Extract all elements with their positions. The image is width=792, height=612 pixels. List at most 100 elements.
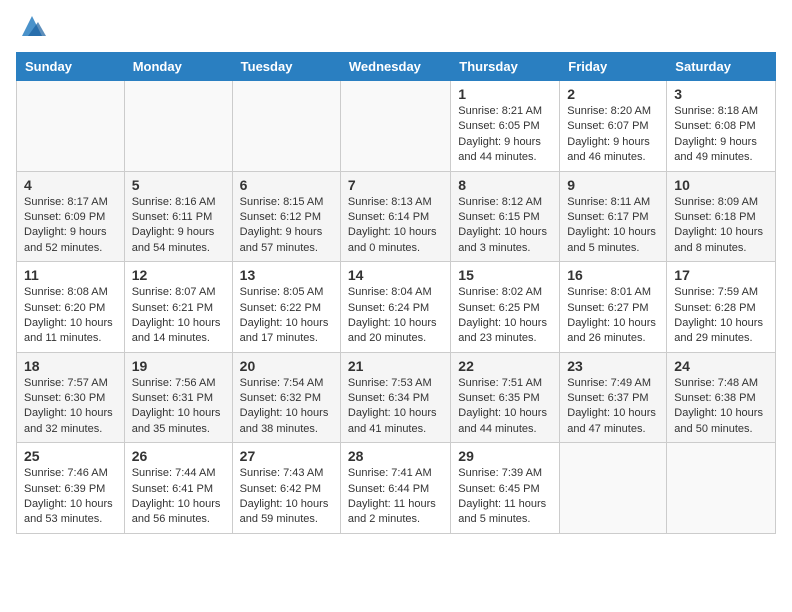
day-info: Sunrise: 8:21 AM Sunset: 6:05 PM Dayligh… (458, 104, 552, 166)
calendar-cell: 4 Sunrise: 8:17 AM Sunset: 6:09 PM Daylig… (17, 171, 125, 262)
day-number: 15 (458, 267, 552, 283)
calendar-cell: 27 Sunrise: 7:43 AM Sunset: 6:42 PM Dayli… (232, 443, 340, 534)
calendar-week-row: 25 Sunrise: 7:46 AM Sunset: 6:39 PM Dayli… (17, 443, 776, 534)
calendar-cell (17, 81, 125, 172)
day-number: 16 (567, 267, 659, 283)
day-number: 7 (348, 177, 443, 193)
day-info: Sunrise: 7:53 AM Sunset: 6:34 PM Dayligh… (348, 376, 443, 438)
day-number: 2 (567, 86, 659, 102)
calendar-cell: 16 Sunrise: 8:01 AM Sunset: 6:27 PM Dayli… (560, 262, 667, 353)
calendar-cell: 24 Sunrise: 7:48 AM Sunset: 6:38 PM Dayli… (667, 352, 776, 443)
column-header-thursday: Thursday (451, 53, 560, 81)
day-info: Sunrise: 8:02 AM Sunset: 6:25 PM Dayligh… (458, 285, 552, 347)
calendar-cell: 18 Sunrise: 7:57 AM Sunset: 6:30 PM Dayli… (17, 352, 125, 443)
day-info: Sunrise: 7:39 AM Sunset: 6:45 PM Dayligh… (458, 466, 552, 528)
calendar-cell: 19Sunrise: 7:56 AM Sunset: 6:31 PM Dayli… (124, 352, 232, 443)
calendar-cell: 23Sunrise: 7:49 AM Sunset: 6:37 PM Dayli… (560, 352, 667, 443)
calendar-cell: 17Sunrise: 7:59 AM Sunset: 6:28 PM Dayli… (667, 262, 776, 353)
day-number: 18 (24, 358, 117, 374)
day-number: 25 (24, 448, 117, 464)
calendar-cell: 6 Sunrise: 8:15 AM Sunset: 6:12 PM Daylig… (232, 171, 340, 262)
column-header-saturday: Saturday (667, 53, 776, 81)
day-number: 13 (240, 267, 333, 283)
calendar-cell: 7Sunrise: 8:13 AM Sunset: 6:14 PM Daylig… (340, 171, 450, 262)
day-info: Sunrise: 8:08 AM Sunset: 6:20 PM Dayligh… (24, 285, 117, 347)
calendar-cell: 10 Sunrise: 8:09 AM Sunset: 6:18 PM Dayli… (667, 171, 776, 262)
day-info: Sunrise: 7:41 AM Sunset: 6:44 PM Dayligh… (348, 466, 443, 528)
column-header-friday: Friday (560, 53, 667, 81)
day-number: 29 (458, 448, 552, 464)
calendar-cell: 3Sunrise: 8:18 AM Sunset: 6:08 PM Daylig… (667, 81, 776, 172)
day-info: Sunrise: 8:11 AM Sunset: 6:17 PM Dayligh… (567, 195, 659, 257)
day-number: 1 (458, 86, 552, 102)
day-number: 5 (132, 177, 225, 193)
day-info: Sunrise: 7:46 AM Sunset: 6:39 PM Dayligh… (24, 466, 117, 528)
calendar-week-row: 18 Sunrise: 7:57 AM Sunset: 6:30 PM Dayli… (17, 352, 776, 443)
day-info: Sunrise: 7:51 AM Sunset: 6:35 PM Dayligh… (458, 376, 552, 438)
calendar-cell: 21 Sunrise: 7:53 AM Sunset: 6:34 PM Dayli… (340, 352, 450, 443)
page-header (16, 16, 776, 40)
calendar-table: SundayMondayTuesdayWednesdayThursdayFrid… (16, 52, 776, 534)
day-info: Sunrise: 7:44 AM Sunset: 6:41 PM Dayligh… (132, 466, 225, 528)
day-number: 22 (458, 358, 552, 374)
day-number: 11 (24, 267, 117, 283)
day-info: Sunrise: 8:17 AM Sunset: 6:09 PM Dayligh… (24, 195, 117, 257)
day-info: Sunrise: 8:09 AM Sunset: 6:18 PM Dayligh… (674, 195, 768, 257)
calendar-cell: 22 Sunrise: 7:51 AM Sunset: 6:35 PM Dayli… (451, 352, 560, 443)
day-info: Sunrise: 8:05 AM Sunset: 6:22 PM Dayligh… (240, 285, 333, 347)
day-number: 26 (132, 448, 225, 464)
day-info: Sunrise: 7:48 AM Sunset: 6:38 PM Dayligh… (674, 376, 768, 438)
day-number: 12 (132, 267, 225, 283)
calendar-cell: 25 Sunrise: 7:46 AM Sunset: 6:39 PM Dayli… (17, 443, 125, 534)
calendar-cell (560, 443, 667, 534)
day-number: 27 (240, 448, 333, 464)
day-info: Sunrise: 8:16 AM Sunset: 6:11 PM Dayligh… (132, 195, 225, 257)
day-number: 4 (24, 177, 117, 193)
calendar-cell: 29 Sunrise: 7:39 AM Sunset: 6:45 PM Dayli… (451, 443, 560, 534)
day-number: 19 (132, 358, 225, 374)
calendar-cell: 26 Sunrise: 7:44 AM Sunset: 6:41 PM Dayli… (124, 443, 232, 534)
calendar-week-row: 11 Sunrise: 8:08 AM Sunset: 6:20 PM Dayli… (17, 262, 776, 353)
logo-icon (18, 12, 46, 40)
day-info: Sunrise: 8:15 AM Sunset: 6:12 PM Dayligh… (240, 195, 333, 257)
day-info: Sunrise: 7:57 AM Sunset: 6:30 PM Dayligh… (24, 376, 117, 438)
day-info: Sunrise: 7:49 AM Sunset: 6:37 PM Dayligh… (567, 376, 659, 438)
calendar-cell: 20 Sunrise: 7:54 AM Sunset: 6:32 PM Dayli… (232, 352, 340, 443)
calendar-cell (232, 81, 340, 172)
calendar-cell: 5 Sunrise: 8:16 AM Sunset: 6:11 PM Daylig… (124, 171, 232, 262)
day-number: 21 (348, 358, 443, 374)
logo (16, 16, 46, 40)
day-info: Sunrise: 8:20 AM Sunset: 6:07 PM Dayligh… (567, 104, 659, 166)
day-info: Sunrise: 7:43 AM Sunset: 6:42 PM Dayligh… (240, 466, 333, 528)
day-number: 10 (674, 177, 768, 193)
day-number: 28 (348, 448, 443, 464)
calendar-cell: 13 Sunrise: 8:05 AM Sunset: 6:22 PM Dayli… (232, 262, 340, 353)
day-info: Sunrise: 8:01 AM Sunset: 6:27 PM Dayligh… (567, 285, 659, 347)
column-header-sunday: Sunday (17, 53, 125, 81)
calendar-header-row: SundayMondayTuesdayWednesdayThursdayFrid… (17, 53, 776, 81)
calendar-cell: 14Sunrise: 8:04 AM Sunset: 6:24 PM Dayli… (340, 262, 450, 353)
calendar-cell (667, 443, 776, 534)
day-number: 3 (674, 86, 768, 102)
calendar-cell: 28 Sunrise: 7:41 AM Sunset: 6:44 PM Dayli… (340, 443, 450, 534)
day-info: Sunrise: 8:12 AM Sunset: 6:15 PM Dayligh… (458, 195, 552, 257)
day-number: 17 (674, 267, 768, 283)
column-header-tuesday: Tuesday (232, 53, 340, 81)
calendar-cell: 1 Sunrise: 8:21 AM Sunset: 6:05 PM Daylig… (451, 81, 560, 172)
day-number: 6 (240, 177, 333, 193)
day-info: Sunrise: 7:54 AM Sunset: 6:32 PM Dayligh… (240, 376, 333, 438)
calendar-cell: 2 Sunrise: 8:20 AM Sunset: 6:07 PM Daylig… (560, 81, 667, 172)
column-header-monday: Monday (124, 53, 232, 81)
calendar-cell: 8 Sunrise: 8:12 AM Sunset: 6:15 PM Daylig… (451, 171, 560, 262)
day-info: Sunrise: 8:04 AM Sunset: 6:24 PM Dayligh… (348, 285, 443, 347)
calendar-week-row: 4 Sunrise: 8:17 AM Sunset: 6:09 PM Daylig… (17, 171, 776, 262)
day-number: 9 (567, 177, 659, 193)
day-number: 8 (458, 177, 552, 193)
day-number: 20 (240, 358, 333, 374)
calendar-cell (340, 81, 450, 172)
calendar-cell: 12 Sunrise: 8:07 AM Sunset: 6:21 PM Dayli… (124, 262, 232, 353)
calendar-cell: 9 Sunrise: 8:11 AM Sunset: 6:17 PM Daylig… (560, 171, 667, 262)
calendar-cell: 11 Sunrise: 8:08 AM Sunset: 6:20 PM Dayli… (17, 262, 125, 353)
day-number: 24 (674, 358, 768, 374)
day-info: Sunrise: 8:07 AM Sunset: 6:21 PM Dayligh… (132, 285, 225, 347)
